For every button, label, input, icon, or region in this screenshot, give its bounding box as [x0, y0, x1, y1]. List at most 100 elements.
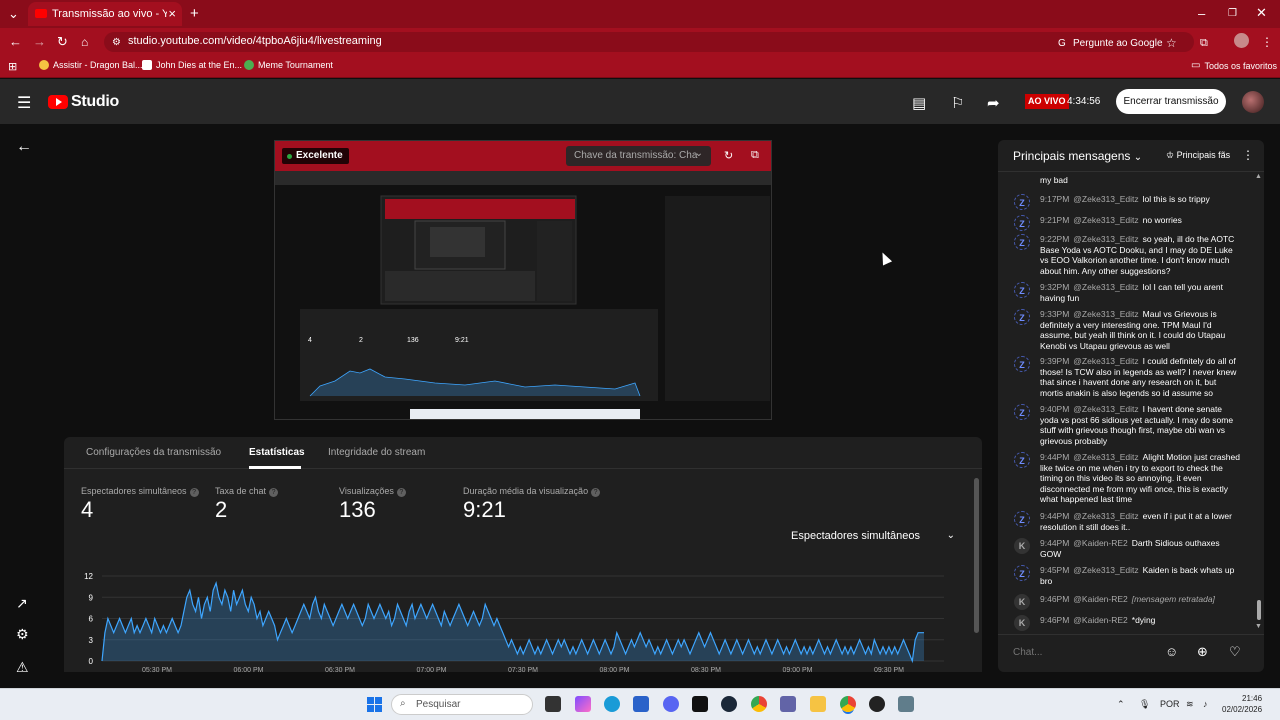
clapperboard-icon[interactable]: ▤	[912, 94, 926, 112]
taskbar-app-teams-icon[interactable]	[780, 696, 796, 712]
chat-message[interactable]: 9:39PM @Zeke313_Editz I could definitely d…	[1040, 356, 1240, 398]
help-icon[interactable]: ?	[189, 488, 199, 497]
back-icon[interactable]: ←	[9, 34, 22, 50]
chat-message[interactable]: 9:40PM @Zeke313_Editz I havent done senate…	[1040, 404, 1240, 446]
bookmark-dragon-ball[interactable]: Assistir - Dragon Bal...	[39, 60, 143, 70]
metric-dropdown[interactable]: Espectadores simultâneos ⌄	[791, 530, 957, 542]
chat-scrollbar-thumb[interactable]	[1257, 600, 1261, 620]
apps-grid-icon[interactable]: ⊞	[8, 59, 17, 75]
chat-input[interactable]	[1013, 641, 1163, 663]
home-icon[interactable]: ⌂	[81, 34, 88, 50]
taskbar-app-chrome-icon[interactable]	[751, 696, 767, 712]
browser-menu-icon[interactable]: ⋮	[1261, 34, 1273, 50]
chat-author[interactable]: @Zeke313_Editz	[1073, 194, 1138, 204]
chat-message[interactable]: 9:22PM @Zeke313_Editz so yeah, ill do the …	[1040, 234, 1240, 276]
profile-avatar-icon[interactable]	[1234, 33, 1249, 48]
back-arrow-icon[interactable]: ←	[16, 138, 32, 156]
taskbar-app-tiktok-icon[interactable]	[692, 696, 708, 712]
tab-stream-health[interactable]: Integridade do stream	[328, 447, 425, 458]
copy-key-icon[interactable]: ⧉	[751, 149, 759, 162]
url-bar[interactable]: studio.youtube.com/video/4tpboA6jiu4/liv…	[104, 32, 1194, 52]
tab-stream-settings[interactable]: Configurações da transmissão	[86, 447, 221, 458]
close-window-icon[interactable]: ✕	[1256, 5, 1267, 21]
google-lens-icon[interactable]: G	[1058, 36, 1066, 52]
taskbar-app-files-icon[interactable]	[545, 696, 561, 712]
bookmark-john-dies[interactable]: John Dies at the En...	[142, 60, 242, 70]
youtube-logo-icon[interactable]	[48, 95, 68, 109]
stream-key-field[interactable]: Chave da transmissão: Cha ⌄	[566, 146, 711, 166]
scroll-down-icon[interactable]: ▼	[1255, 623, 1262, 630]
scroll-up-icon[interactable]: ▲	[1255, 173, 1262, 180]
help-icon[interactable]: ?	[269, 488, 279, 497]
chat-more-icon[interactable]: ⋮	[1242, 148, 1254, 162]
bookmark-star-icon[interactable]: ☆	[1166, 35, 1177, 51]
chat-author[interactable]: @Zeke313_Editz	[1073, 356, 1138, 366]
chat-author[interactable]: @Kaiden-RE2	[1073, 594, 1127, 604]
hamburger-menu-icon[interactable]: ☰	[17, 93, 31, 113]
chat-message[interactable]: 9:44PM @Kaiden-RE2 Darth Sidious outhaxes …	[1040, 538, 1240, 559]
tab-search-icon[interactable]: ⌄	[8, 6, 19, 22]
feedback-icon[interactable]: ⚠	[16, 659, 29, 676]
volume-icon[interactable]: ♪	[1203, 699, 1208, 709]
chat-message[interactable]: 9:46PM @Kaiden-RE2 *dying	[1040, 615, 1240, 626]
chat-message[interactable]: 9:44PM @Zeke313_Editz Alight Motion just c…	[1040, 452, 1240, 505]
chat-avatar[interactable]: Z	[1014, 511, 1030, 527]
taskbar-app-edge-icon[interactable]	[604, 696, 620, 712]
taskbar-app-discord-icon[interactable]	[663, 696, 679, 712]
chat-author[interactable]: @Zeke313_Editz	[1073, 565, 1138, 575]
tray-overflow-icon[interactable]: ⌃	[1117, 699, 1125, 710]
chat-author[interactable]: @Zeke313_Editz	[1073, 282, 1138, 292]
extensions-icon[interactable]: ⧉	[1200, 35, 1208, 51]
refresh-key-icon[interactable]: ↻	[724, 149, 733, 162]
taskbar-search[interactable]: ⌕ Pesquisar	[391, 694, 533, 715]
bookmark-icon[interactable]: ⚐	[951, 94, 964, 112]
chat-avatar[interactable]: Z	[1014, 282, 1030, 298]
site-info-icon[interactable]: ⚙	[112, 35, 121, 51]
chat-author[interactable]: @Zeke313_Editz	[1073, 234, 1138, 244]
chat-avatar[interactable]: K	[1014, 538, 1030, 554]
chat-message[interactable]: 9:17PM @Zeke313_Editz lol this is so tripp…	[1040, 194, 1240, 205]
reload-icon[interactable]: ↻	[57, 34, 68, 50]
chat-avatar[interactable]: Z	[1014, 404, 1030, 420]
all-bookmarks[interactable]: ▭ Todos os favoritos	[1191, 60, 1277, 71]
taskbar-app-steam-icon[interactable]	[721, 696, 737, 712]
open-external-icon[interactable]: ↗	[16, 595, 28, 612]
chat-message[interactable]: 9:32PM @Zeke313_Editz lol I can tell you a…	[1040, 282, 1240, 303]
taskbar-app-chrome-active-icon[interactable]	[840, 696, 856, 712]
microphone-icon[interactable]: 🎙	[1139, 699, 1150, 710]
chat-avatar[interactable]: Z	[1014, 194, 1030, 210]
forward-icon[interactable]: →	[33, 34, 46, 50]
share-icon[interactable]: ➦	[987, 94, 1000, 112]
chat-avatar[interactable]: K	[1014, 594, 1030, 610]
add-icon[interactable]: ⊕	[1197, 644, 1208, 660]
chat-message[interactable]: 9:21PM @Zeke313_Editz no worries	[1040, 215, 1240, 226]
chat-avatar[interactable]: K	[1014, 615, 1030, 631]
chat-author[interactable]: @Zeke313_Editz	[1073, 215, 1138, 225]
help-icon[interactable]: ?	[396, 488, 406, 497]
taskbar-app-explorer-icon[interactable]	[810, 696, 826, 712]
restore-icon[interactable]: ❐	[1228, 6, 1237, 22]
stream-preview[interactable]: 4 2 136 9:21	[274, 140, 772, 420]
chat-author[interactable]: @Kaiden-RE2	[1073, 615, 1127, 625]
taskbar-app-settings-icon[interactable]	[898, 696, 914, 712]
chat-author[interactable]: @Zeke313_Editz	[1073, 309, 1138, 319]
chat-avatar[interactable]: Z	[1014, 215, 1030, 231]
close-tab-icon[interactable]: ×	[168, 6, 176, 21]
chat-author[interactable]: @Zeke313_Editz	[1073, 404, 1138, 414]
chat-avatar[interactable]: Z	[1014, 234, 1030, 250]
chat-message[interactable]: 9:45PM @Zeke313_Editz Kaiden is back whats…	[1040, 565, 1240, 586]
ask-google-button[interactable]: Pergunte ao Google	[1073, 36, 1163, 52]
windows-start-icon[interactable]	[367, 697, 382, 712]
chat-avatar[interactable]: Z	[1014, 356, 1030, 372]
settings-gear-icon[interactable]: ⚙	[16, 626, 29, 643]
taskbar-app-record-icon[interactable]	[869, 696, 885, 712]
bookmark-meme-tournament[interactable]: Meme Tournament	[244, 60, 333, 70]
help-icon[interactable]: ?	[591, 488, 601, 497]
channel-avatar[interactable]	[1242, 91, 1264, 113]
wifi-icon[interactable]: ≋	[1186, 699, 1194, 710]
taskbar-app-store-icon[interactable]	[633, 696, 649, 712]
chat-avatar[interactable]: Z	[1014, 309, 1030, 325]
chat-author[interactable]: @Zeke313_Editz	[1073, 511, 1138, 521]
chat-author[interactable]: @Kaiden-RE2	[1073, 538, 1127, 548]
chat-message[interactable]: 9:46PM @Kaiden-RE2 [mensagem retratada]	[1040, 594, 1240, 605]
